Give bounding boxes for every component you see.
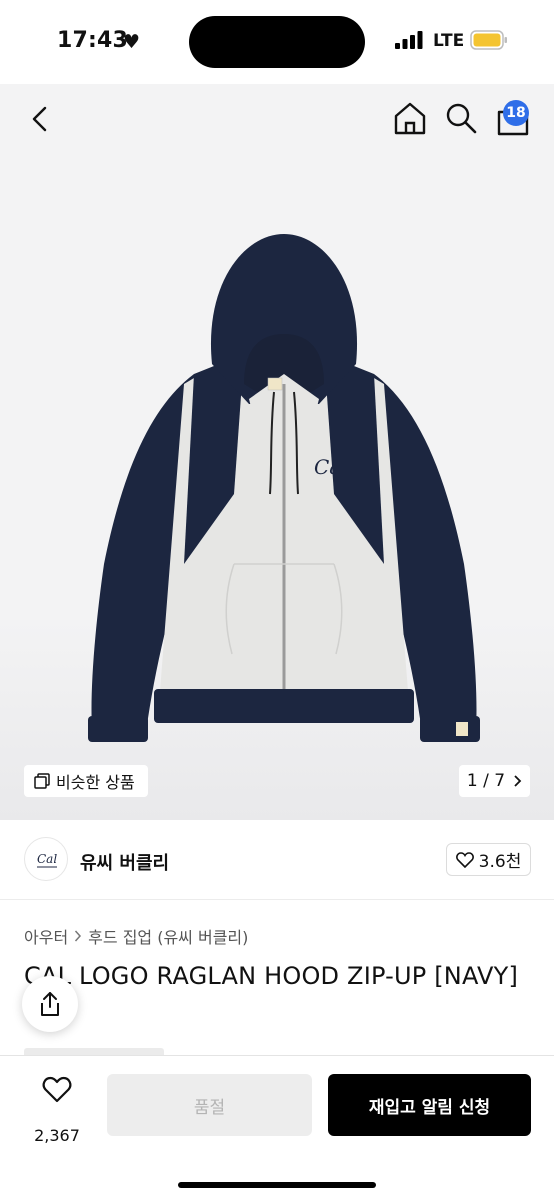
- status-bar: 17:43 ♥ LTE: [0, 0, 554, 84]
- heart-icon: [455, 851, 474, 868]
- search-icon[interactable]: [445, 102, 477, 134]
- image-pager[interactable]: 1 / 7: [459, 765, 530, 797]
- share-button[interactable]: [22, 976, 78, 1032]
- similar-products-label: 비슷한 상품: [56, 773, 135, 792]
- status-time: 17:43: [57, 28, 129, 53]
- share-icon: [41, 992, 59, 1016]
- home-indicator: [178, 1182, 376, 1188]
- breadcrumb-category[interactable]: 아우터: [24, 924, 68, 948]
- chevron-right-icon: [75, 930, 82, 942]
- chest-logo: Cal: [314, 455, 348, 479]
- network-label: LTE: [433, 31, 465, 51]
- page-indicator: 1 / 7: [466, 771, 506, 791]
- wishlist-count: 2,367: [34, 1126, 80, 1145]
- heart-icon: [42, 1076, 72, 1103]
- brand-row[interactable]: Cal 유씨 버클리 3.6천: [0, 820, 554, 900]
- signal-icon: [395, 31, 423, 49]
- similar-icon: [34, 773, 50, 789]
- cart-count-badge: 18: [503, 100, 529, 126]
- brand-name[interactable]: 유씨 버클리: [80, 849, 169, 875]
- soldout-button[interactable]: 품절: [107, 1074, 312, 1136]
- product-image[interactable]: Cal: [84, 234, 484, 744]
- brand-like-count: 3.6천: [478, 852, 522, 872]
- wishlist-button[interactable]: 2,367: [24, 1074, 90, 1145]
- bottom-action-bar: 2,367 품절 재입고 알림 신청: [0, 1055, 554, 1200]
- similar-products-button[interactable]: 비슷한 상품: [24, 765, 148, 797]
- breadcrumb-subcategory[interactable]: 후드 집업 (유씨 버클리): [88, 924, 248, 948]
- restock-alert-button[interactable]: 재입고 알림 신청: [328, 1074, 531, 1136]
- brand-logo-text: Cal: [37, 852, 57, 866]
- product-title: CAL LOGO RAGLAN HOOD ZIP-UP [NAVY]: [24, 962, 519, 990]
- brand-logo[interactable]: Cal: [24, 837, 68, 881]
- home-icon[interactable]: [392, 100, 428, 136]
- back-icon[interactable]: [26, 104, 56, 134]
- breadcrumb: 아우터 후드 집업 (유씨 버클리): [24, 924, 248, 948]
- battery-icon: [470, 30, 507, 50]
- dynamic-island: [189, 16, 365, 68]
- status-heart-icon: ♥: [123, 31, 141, 53]
- chevron-right-icon: [514, 775, 522, 787]
- brand-like-button[interactable]: 3.6천: [446, 843, 531, 876]
- product-gallery[interactable]: 18 Cal 비슷한 상품 1 / 7: [0, 84, 554, 820]
